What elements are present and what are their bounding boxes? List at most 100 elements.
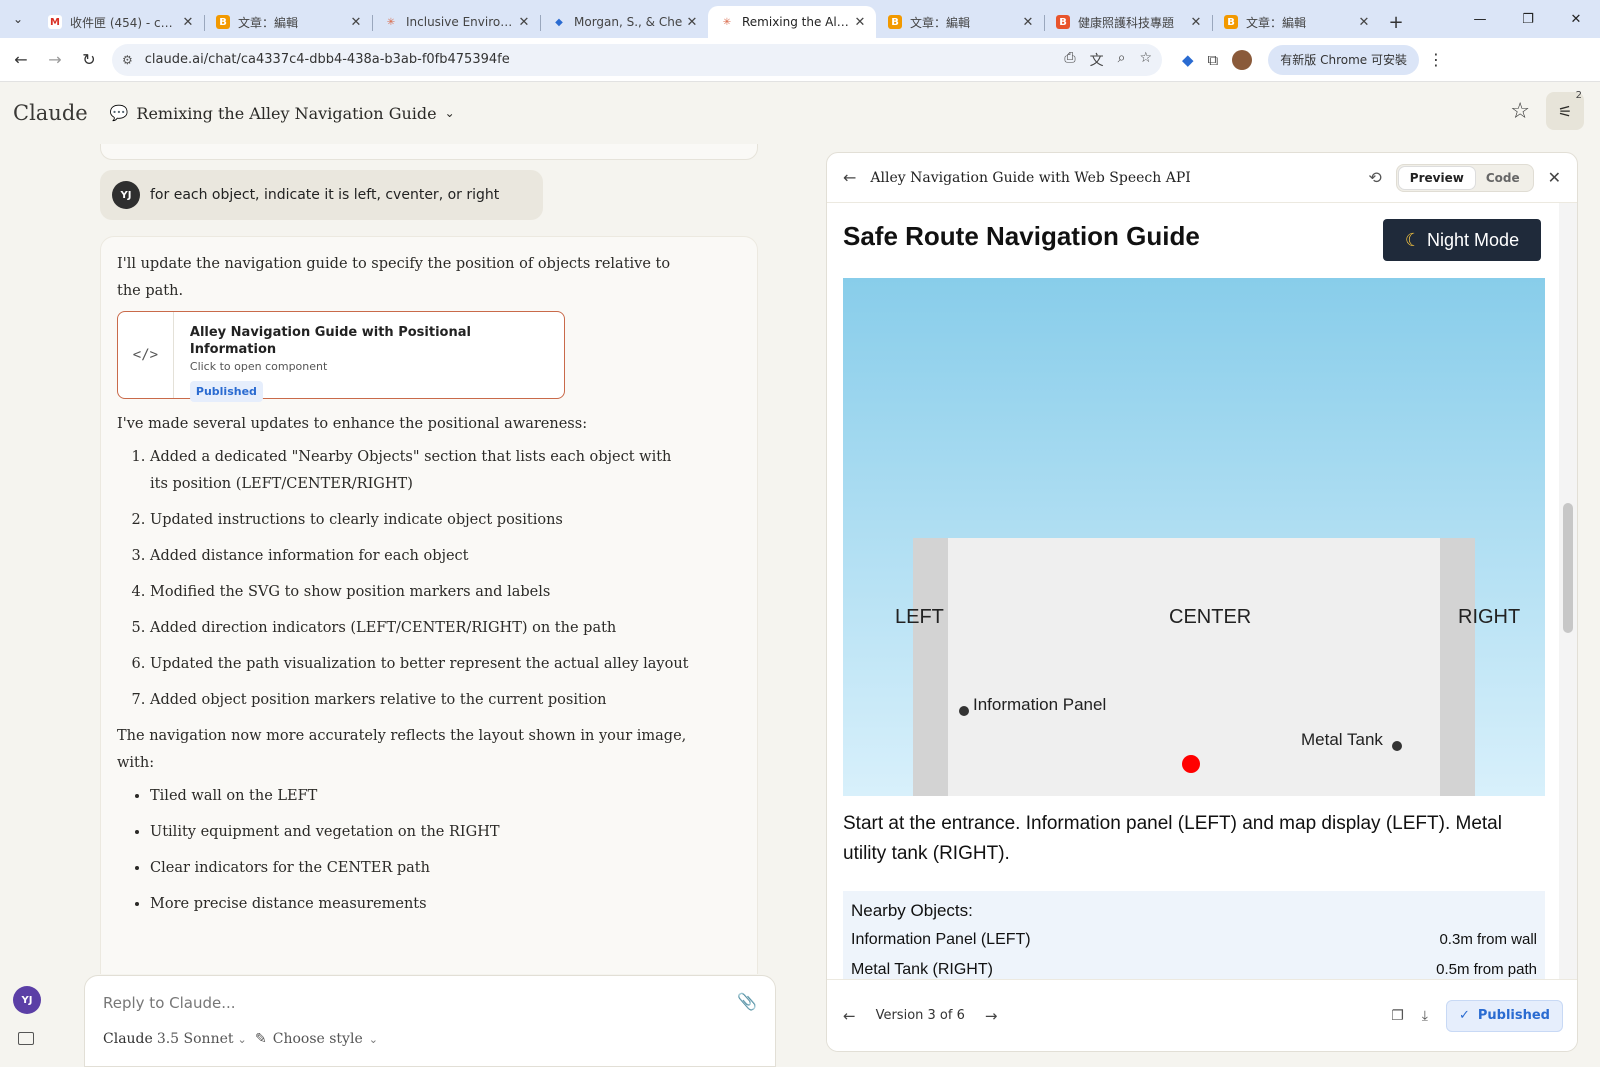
- information-panel-label: Information Panel: [973, 695, 1106, 714]
- preview-scrollbar[interactable]: [1559, 203, 1577, 981]
- url-text[interactable]: claude.ai/chat/ca4337c4-dbb4-438a-b3ab-f…: [145, 52, 510, 67]
- tab-close-icon[interactable]: ✕: [1356, 15, 1372, 30]
- tab-close-icon[interactable]: ✕: [348, 15, 364, 30]
- artifact-card-body: Alley Navigation Guide with Positional I…: [174, 312, 564, 402]
- translate-icon[interactable]: 文: [1090, 50, 1104, 70]
- reply-composer: Reply to Claude... 📎 Claude 3.5 Sonnet ⌄…: [84, 975, 776, 1067]
- install-app-icon[interactable]: ⎙: [1064, 50, 1075, 70]
- code-icon: </>: [118, 312, 174, 398]
- next-version-icon[interactable]: →: [985, 1007, 998, 1025]
- refresh-icon[interactable]: ⟲: [1368, 168, 1381, 187]
- chrome-update-button[interactable]: 有新版 Chrome 可安裝: [1268, 44, 1419, 75]
- site-info-icon[interactable]: ⚙: [122, 53, 133, 67]
- account-avatar[interactable]: YJ: [13, 986, 41, 1014]
- browser-tab[interactable]: B 健康照護科技專題 ✕: [1044, 6, 1212, 38]
- tab-preview[interactable]: Preview: [1398, 166, 1475, 189]
- browser-tab[interactable]: B 文章：編輯 ✕: [876, 6, 1044, 38]
- artifact-panel: ← Alley Navigation Guide with Web Speech…: [826, 152, 1578, 1052]
- assistant-intro: I'll update the navigation guide to spec…: [117, 256, 671, 299]
- nearby-object-distance: 0.3m from wall: [1439, 931, 1537, 948]
- right-label: RIGHT: [1458, 606, 1520, 628]
- browser-tab[interactable]: ◆ Morgan, S., & Che ✕: [540, 6, 708, 38]
- summary-bullet: Utility equipment and vegetation on the …: [150, 819, 741, 846]
- tab-search-button[interactable]: ⌄: [0, 0, 36, 38]
- close-window-button[interactable]: ✕: [1552, 0, 1600, 38]
- tab-title: Remixing the Alley: [742, 15, 852, 29]
- summary-bullet: Clear indicators for the CENTER path: [150, 855, 741, 882]
- back-icon[interactable]: ←: [4, 43, 38, 77]
- browser-tab[interactable]: ✳ Inclusive Environm ✕: [372, 6, 540, 38]
- center-label: CENTER: [1169, 606, 1251, 628]
- app-header: Claude 💬 Remixing the Alley Navigation G…: [0, 82, 1600, 144]
- close-icon[interactable]: ✕: [1548, 168, 1561, 187]
- pen-icon: ✎: [255, 1031, 267, 1047]
- model-selector[interactable]: Claude 3.5 Sonnet ⌄: [103, 1031, 247, 1047]
- assistant-message: I'll update the navigation guide to spec…: [100, 236, 758, 974]
- minimize-button[interactable]: —: [1456, 0, 1504, 38]
- chrome-menu-icon[interactable]: ⋮: [1419, 43, 1453, 77]
- zoom-icon[interactable]: ⌕: [1118, 50, 1126, 70]
- closing-text: The navigation now more accurately refle…: [117, 728, 687, 771]
- tab-title: Inclusive Environm: [406, 15, 516, 29]
- browser-tab[interactable]: B 文章：編輯 ✕: [204, 6, 372, 38]
- update-item: Added a dedicated "Nearby Objects" secti…: [150, 444, 690, 498]
- tab-close-icon[interactable]: ✕: [684, 15, 700, 30]
- chat-bubble-icon: 💬: [109, 104, 129, 122]
- tab-favicon-icon: B: [888, 15, 902, 29]
- download-icon[interactable]: ⤓: [1422, 1008, 1428, 1024]
- right-wall: [1440, 538, 1475, 796]
- browser-tab[interactable]: ✳ Remixing the Alley ✕: [708, 6, 876, 38]
- reload-icon[interactable]: ↻: [72, 43, 106, 77]
- tab-title: 文章：編輯: [1246, 15, 1307, 30]
- new-tab-button[interactable]: +: [1380, 6, 1412, 38]
- tab-favicon-icon: B: [1056, 15, 1070, 29]
- user-message: YJ for each object, indicate it is left,…: [100, 170, 543, 220]
- night-mode-label: Night Mode: [1427, 229, 1520, 250]
- artifact-panel-title: Alley Navigation Guide with Web Speech A…: [870, 169, 1191, 186]
- sidebar-toggle-icon[interactable]: [18, 1032, 34, 1045]
- tab-close-icon[interactable]: ✕: [1188, 15, 1204, 30]
- header-actions: ☆ ⚟ 2: [1510, 90, 1584, 130]
- tab-close-icon[interactable]: ✕: [852, 15, 868, 30]
- user-message-text: for each object, indicate it is left, cv…: [150, 187, 500, 203]
- artifact-card[interactable]: </> Alley Navigation Guide with Position…: [117, 311, 565, 402]
- restore-button[interactable]: ❐: [1504, 0, 1552, 38]
- version-navigation: ← Version 3 of 6 →: [843, 1007, 997, 1025]
- paperclip-icon[interactable]: 📎: [737, 992, 757, 1011]
- night-mode-button[interactable]: ☾ Night Mode: [1383, 219, 1541, 261]
- nearby-objects-section: Nearby Objects: Information Panel (LEFT)…: [843, 891, 1545, 981]
- forward-icon[interactable]: →: [38, 43, 72, 77]
- left-wall: [913, 538, 948, 796]
- tab-close-icon[interactable]: ✕: [516, 15, 532, 30]
- extension-icon[interactable]: ◆: [1182, 51, 1194, 69]
- browser-tab-bar: ⌄ M 收件匣 (454) - char ✕ B 文章：編輯 ✕ ✳ Inclusive En…: [0, 0, 1600, 38]
- extensions-puzzle-icon[interactable]: ⧉: [1208, 51, 1219, 69]
- sliders-icon: ⚟: [1557, 101, 1573, 121]
- reply-input[interactable]: Reply to Claude...: [103, 994, 236, 1012]
- browser-tab[interactable]: M 收件匣 (454) - char ✕: [36, 6, 204, 38]
- bookmark-star-icon[interactable]: ☆: [1139, 50, 1152, 70]
- address-bar[interactable]: ⚙ claude.ai/chat/ca4337c4-dbb4-438a-b3ab…: [112, 43, 1162, 76]
- back-arrow-icon[interactable]: ←: [843, 168, 856, 187]
- published-button[interactable]: ✓ Published: [1445, 999, 1563, 1032]
- artifact-subtitle: Click to open component: [189, 360, 328, 373]
- update-item: Updated instructions to clearly indicate…: [150, 507, 690, 534]
- tab-title: 收件匣 (454) - char: [70, 15, 180, 30]
- chat-title-dropdown[interactable]: 💬 Remixing the Alley Navigation Guide ⌄: [110, 104, 455, 123]
- tab-close-icon[interactable]: ✕: [1020, 15, 1036, 30]
- chat-settings-button[interactable]: ⚟ 2: [1546, 90, 1584, 130]
- information-panel-marker: [959, 706, 969, 716]
- browser-tab[interactable]: B 文章：編輯 ✕: [1212, 6, 1380, 38]
- copy-icon[interactable]: ❐: [1391, 1008, 1404, 1024]
- tab-code[interactable]: Code: [1475, 167, 1531, 189]
- scrollbar-thumb[interactable]: [1563, 503, 1573, 633]
- artifact-panel-footer: ← Version 3 of 6 → ❐ ⤓ ✓ Published: [827, 979, 1577, 1051]
- previous-version-icon[interactable]: ←: [843, 1007, 856, 1025]
- claude-logo[interactable]: Claude: [13, 101, 88, 125]
- profile-avatar[interactable]: [1232, 49, 1253, 70]
- style-selector[interactable]: ✎ Choose style ⌄: [255, 1031, 378, 1047]
- tab-title: 文章：編輯: [910, 15, 971, 30]
- star-icon[interactable]: ☆: [1510, 99, 1530, 124]
- tab-close-icon[interactable]: ✕: [180, 15, 196, 30]
- tab-favicon-icon: ◆: [552, 15, 566, 29]
